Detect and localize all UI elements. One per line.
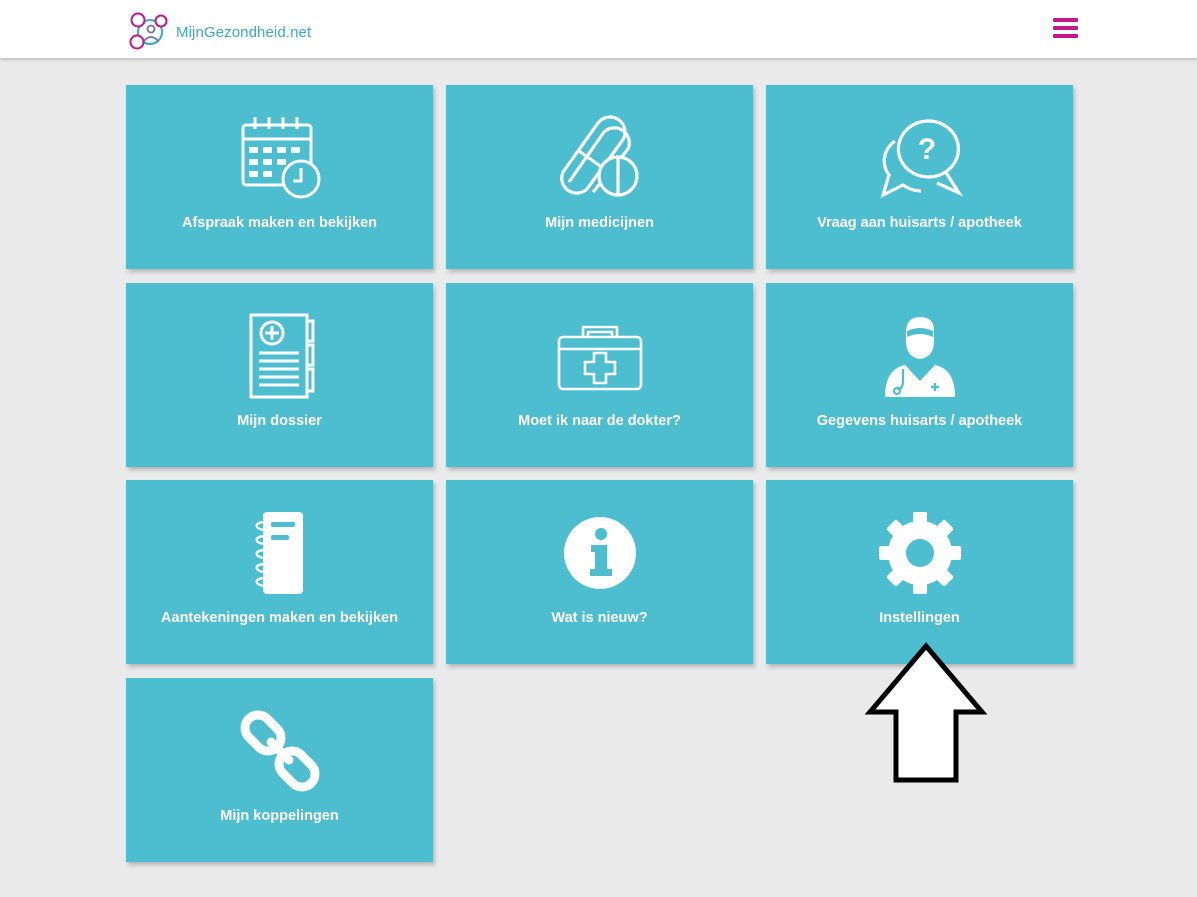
tile-label: Vraag aan huisarts / apotheek (817, 215, 1022, 231)
svg-text:?: ? (917, 133, 935, 166)
logo-text: MijnGezondheid.net (176, 23, 312, 41)
tile-afspraak[interactable]: Afspraak maken en bekijken (126, 85, 433, 269)
tile-label: Instellingen (879, 610, 960, 626)
tile-vraag[interactable]: ? Vraag aan huisarts / apotheek (766, 85, 1073, 269)
tile-koppelingen[interactable]: Mijn koppelingen (126, 678, 433, 862)
tile-dokter[interactable]: Moet ik naar de dokter? (446, 283, 753, 467)
tile-label: Gegevens huisarts / apotheek (816, 413, 1023, 429)
pills-icon (559, 115, 639, 197)
tile-dossier[interactable]: Mijn dossier (126, 283, 433, 467)
first-aid-kit-icon (557, 325, 642, 391)
tile-label: Mijn koppelingen (220, 808, 339, 824)
info-icon (563, 517, 636, 589)
tile-medicijnen[interactable]: Mijn medicijnen (446, 85, 753, 269)
tile-label: Mijn medicijnen (545, 215, 654, 231)
speech-bubble-question-icon: ? (879, 119, 963, 199)
tile-nieuw[interactable]: Wat is nieuw? (446, 480, 753, 664)
site-header: MijnGezondheid.net (0, 3, 1197, 58)
site-logo[interactable]: MijnGezondheid.net (128, 11, 311, 53)
tile-label: Moet ik naar de dokter? (518, 413, 681, 429)
chain-link-icon (240, 710, 319, 792)
tile-instellingen[interactable]: Instellingen (766, 480, 1073, 664)
tile-label: Wat is nieuw? (551, 610, 648, 626)
calendar-clock-icon (241, 117, 320, 199)
doctor-icon (884, 317, 955, 397)
hamburger-menu-icon[interactable] (1053, 18, 1079, 40)
up-arrow-icon (864, 642, 988, 783)
tile-label: Aantekeningen maken en bekijken (161, 610, 398, 626)
tile-gegevens[interactable]: Gegevens huisarts / apotheek (766, 283, 1073, 467)
tile-aantekeningen[interactable]: Aantekeningen maken en bekijken (126, 480, 433, 664)
tile-label: Afspraak maken en bekijken (181, 215, 378, 231)
notebook-icon (255, 512, 303, 594)
tile-label: Mijn dossier (237, 413, 322, 429)
logo-mark-icon (129, 12, 168, 50)
medical-record-icon (249, 313, 314, 399)
gear-icon (878, 512, 961, 594)
